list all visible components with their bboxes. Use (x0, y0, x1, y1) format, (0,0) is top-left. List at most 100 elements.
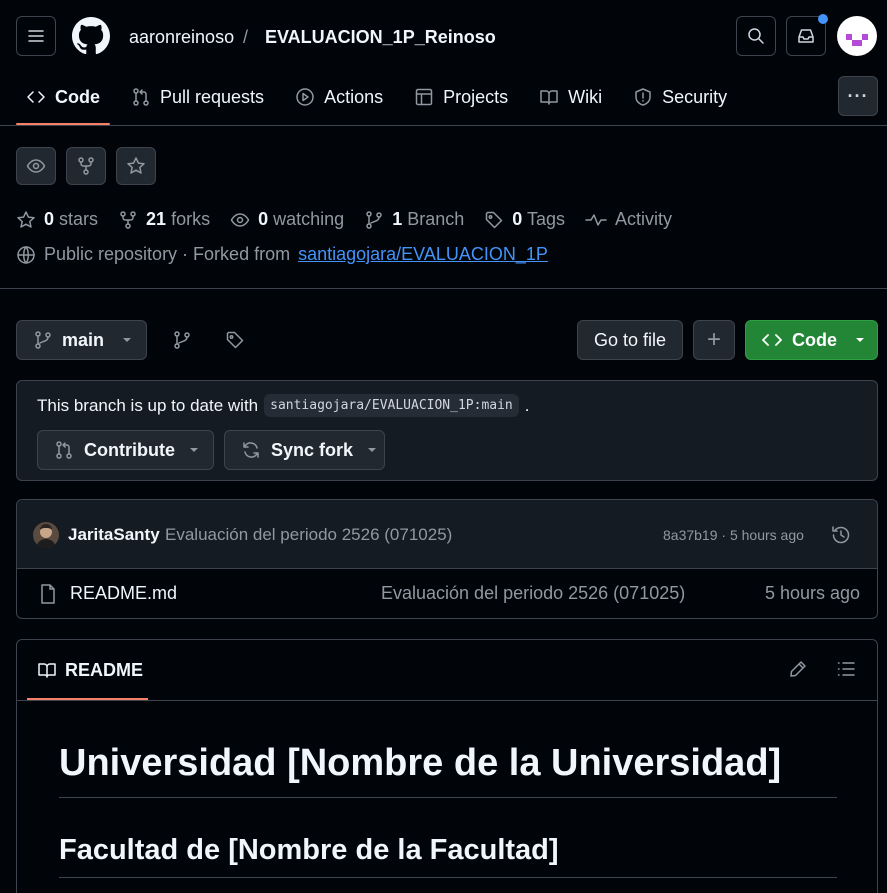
code-icon (762, 334, 782, 346)
triangle-down-icon (856, 338, 864, 342)
branch-label: Branch (407, 209, 465, 229)
sync-message-suffix: . (524, 395, 530, 415)
repo-meta: 0 stars 21 forks 0 watching 1 Branch 0 T… (0, 127, 887, 289)
git-branch-icon (35, 331, 51, 349)
watching-link[interactable]: 0 watching (230, 209, 344, 230)
branch-selector[interactable]: main (16, 320, 147, 360)
triangle-down-icon (189, 448, 198, 452)
readme-tab[interactable]: README (27, 640, 148, 700)
git-branch-icon (366, 210, 382, 229)
sync-fork-button[interactable]: Sync fork (224, 430, 385, 470)
owner-link[interactable]: aaronreinoso (129, 26, 234, 48)
sync-icon (243, 442, 259, 458)
code-button[interactable]: Code (745, 320, 878, 360)
commit-author-avatar[interactable] (33, 522, 59, 548)
eye-icon (230, 212, 250, 227)
book-icon (38, 663, 56, 678)
file-name[interactable]: README.md (70, 583, 177, 604)
table-row[interactable]: README.md Evaluación del periodo 2526 (0… (17, 569, 877, 619)
activity-label: Activity (615, 209, 673, 229)
code-icon (27, 91, 45, 103)
tab-projects[interactable]: Projects (404, 78, 518, 116)
star-button[interactable] (116, 147, 156, 185)
code-button-label: Code (792, 329, 837, 350)
branches-button[interactable] (172, 330, 192, 350)
stars-link[interactable]: 0 stars (16, 209, 98, 230)
star-icon (17, 210, 35, 228)
fork-source-link[interactable]: santiagojara/EVALUACION_1P (298, 244, 548, 265)
contribute-button[interactable]: Contribute (37, 430, 214, 470)
forks-label: forks (171, 209, 211, 229)
tab-security[interactable]: Security (623, 78, 737, 116)
avatar[interactable] (837, 16, 877, 56)
readme-tab-label: README (65, 659, 144, 680)
pulse-icon (585, 213, 607, 226)
commit-sha-time[interactable]: 8a37b19 · 5 hours ago (663, 527, 804, 543)
file-commit-message[interactable]: Evaluación del periodo 2526 (071025) (381, 583, 685, 604)
contribute-label: Contribute (84, 439, 175, 460)
search-icon (748, 28, 764, 44)
tag-icon (226, 331, 244, 349)
more-tabs-button[interactable]: ··· (838, 76, 878, 116)
commit-message[interactable]: Evaluación del periodo 2526 (071025) (165, 525, 452, 545)
tab-pull-requests[interactable]: Pull requests (121, 78, 274, 116)
tags-count: 0 (512, 209, 523, 229)
activity-link[interactable]: Activity (585, 209, 672, 230)
repo-forked-icon (78, 157, 94, 175)
tab-label: Security (662, 86, 728, 107)
pull-request-icon (56, 441, 72, 459)
forks-link[interactable]: 21 forks (118, 209, 210, 230)
go-to-file-button[interactable]: Go to file (577, 320, 683, 360)
outline-button[interactable] (836, 659, 856, 679)
stars-label: stars (59, 209, 99, 229)
tab-actions[interactable]: Actions (285, 78, 393, 116)
branches-link[interactable]: 1 Branch (364, 209, 464, 230)
git-branch-icon (174, 331, 190, 349)
tab-code[interactable]: Code (16, 78, 110, 125)
tab-label: Wiki (568, 86, 603, 107)
readme-header: README (17, 640, 877, 701)
play-icon (296, 88, 314, 106)
pencil-icon (790, 661, 806, 677)
repo-forked-icon (120, 210, 136, 229)
edit-readme-button[interactable] (788, 659, 808, 679)
github-mark-icon (72, 17, 110, 55)
tab-wiki[interactable]: Wiki (529, 78, 612, 116)
history-icon (832, 526, 850, 544)
fork-button[interactable] (66, 147, 106, 185)
repo-nav: Code Pull requests Actions Projects Wiki… (16, 78, 748, 125)
tab-label: Code (55, 86, 100, 107)
triangle-down-icon (368, 448, 377, 452)
readme-heading-1: Universidad [Nombre de la Universidad] (59, 742, 837, 798)
search-button[interactable] (736, 16, 776, 56)
repo-name-link[interactable]: EVALUACION_1P_Reinoso (265, 26, 496, 48)
sync-message: This branch is up to date with santiagoj… (37, 394, 530, 417)
sync-fork-label: Sync fork (271, 439, 354, 460)
upstream-ref: santiagojara/EVALUACION_1P:main (264, 394, 519, 417)
commit-author[interactable]: JaritaSanty (68, 525, 160, 545)
tags-link[interactable]: 0 Tags (484, 209, 565, 230)
triangle-down-icon (123, 338, 132, 342)
branch-name: main (62, 329, 105, 350)
tags-button[interactable] (225, 330, 245, 350)
list-unordered-icon (837, 662, 855, 676)
go-to-file-label: Go to file (593, 329, 667, 350)
table-icon (415, 88, 433, 106)
kebab-horizontal-icon: ··· (847, 85, 869, 106)
latest-commit: JaritaSanty Evaluación del periodo 2526 … (17, 500, 877, 569)
readme-panel: README Universidad [Nombre de la Univers… (16, 639, 878, 893)
app-header: aaronreinoso / EVALUACION_1P_Reinoso Cod… (0, 0, 887, 126)
add-file-button[interactable]: + (693, 320, 735, 360)
person-photo-icon (36, 524, 56, 548)
github-logo[interactable] (72, 17, 110, 55)
menu-button[interactable] (16, 16, 56, 56)
star-icon (127, 157, 145, 174)
globe-icon (17, 245, 35, 264)
watching-label: watching (273, 209, 345, 229)
plus-icon: + (706, 326, 721, 353)
watch-button[interactable] (16, 147, 56, 185)
file-updated-time: 5 hours ago (765, 583, 861, 603)
book-icon (540, 90, 558, 105)
history-button[interactable] (830, 524, 852, 546)
watching-count: 0 (258, 209, 269, 229)
